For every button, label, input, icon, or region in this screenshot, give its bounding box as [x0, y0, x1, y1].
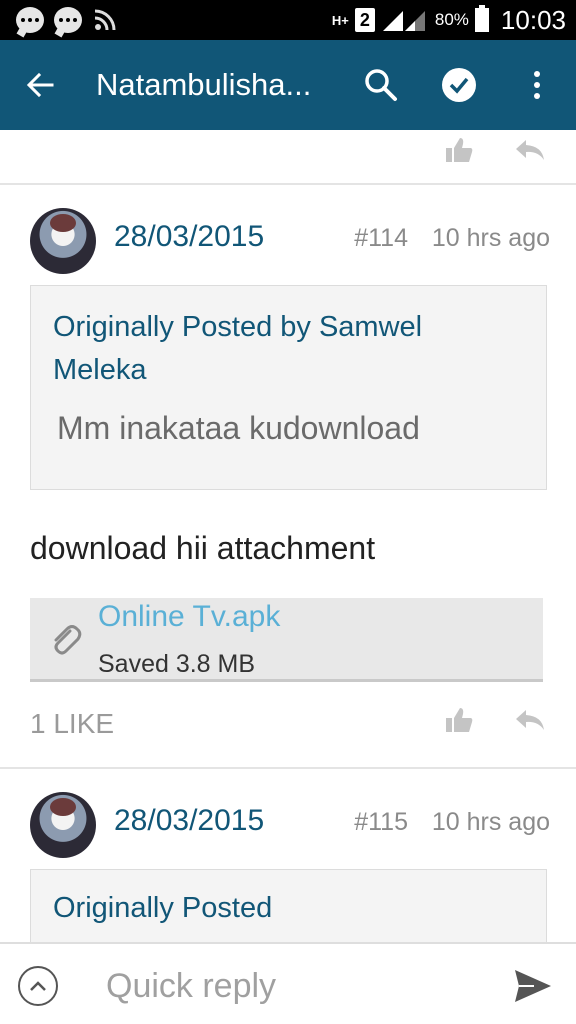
reply-icon[interactable]: [514, 136, 546, 164]
post-number[interactable]: #115: [354, 808, 408, 837]
network-type: H+: [331, 12, 349, 28]
post-header: 28/03/2015 #114 10 hrs ago: [30, 208, 550, 278]
paperclip-icon: [54, 625, 82, 655]
attachment-name[interactable]: Online Tv.apk: [98, 600, 280, 634]
back-button[interactable]: [0, 40, 80, 130]
quote-text: Mm inakataa kudownload: [57, 410, 420, 446]
attachment-size: Saved 3.8 MB: [98, 650, 256, 678]
reply-icon[interactable]: [514, 706, 546, 734]
signal-icon: [382, 11, 425, 31]
chat-notification-icon-2: [54, 7, 82, 33]
chevron-up-icon: [30, 981, 46, 991]
like-icon[interactable]: [444, 706, 474, 734]
sim-slot-badge: 2: [354, 8, 375, 32]
send-icon[interactable]: [512, 966, 554, 1006]
quote-block: Originally Posted by Samwel Meleka Mm in…: [30, 285, 547, 490]
post-time: 10 hrs ago: [431, 808, 550, 836]
thread-title: Natambulisha...: [96, 67, 312, 102]
overflow-menu-button[interactable]: [498, 40, 576, 130]
search-icon: [365, 69, 397, 101]
post-divider: [0, 183, 576, 185]
expand-reply-button[interactable]: [18, 966, 58, 1006]
back-arrow-icon: [26, 72, 54, 98]
app-bar: Natambulisha...: [0, 40, 576, 130]
post-body: download hii attachment: [30, 530, 376, 566]
post-number[interactable]: #114: [354, 224, 408, 253]
post-divider: [0, 767, 576, 769]
post-header: 28/03/2015 #115 10 hrs ago: [30, 792, 550, 862]
mark-read-button[interactable]: [420, 40, 498, 130]
quote-block: Originally Posted: [30, 869, 547, 942]
battery-percent: 80%: [434, 10, 469, 29]
rss-feed-icon: [94, 9, 116, 31]
quote-author[interactable]: Originally Posted: [53, 892, 272, 925]
avatar[interactable]: [30, 208, 96, 274]
post-list[interactable]: 28/03/2015 #114 10 hrs ago Originally Po…: [0, 130, 576, 942]
chat-notification-icon: [16, 7, 44, 33]
quote-author[interactable]: Originally Posted by Samwel Meleka: [53, 306, 513, 392]
status-bar: H+ 2 80% 10:03: [0, 0, 576, 40]
overflow-menu-icon: [534, 71, 540, 99]
quick-reply-bar: [0, 942, 576, 1024]
like-count[interactable]: 1 LIKE: [30, 708, 114, 740]
check-icon: [442, 68, 476, 102]
search-button[interactable]: [342, 40, 420, 130]
avatar[interactable]: [30, 792, 96, 858]
battery-icon: [474, 5, 489, 32]
like-icon[interactable]: [444, 136, 474, 164]
clock: 10:03: [500, 4, 566, 35]
post-date: 28/03/2015: [114, 804, 265, 837]
attachment[interactable]: Online Tv.apk Saved 3.8 MB: [30, 598, 543, 682]
post-time: 10 hrs ago: [431, 224, 550, 252]
quick-reply-input[interactable]: [106, 960, 486, 1012]
post-date: 28/03/2015: [114, 220, 265, 253]
